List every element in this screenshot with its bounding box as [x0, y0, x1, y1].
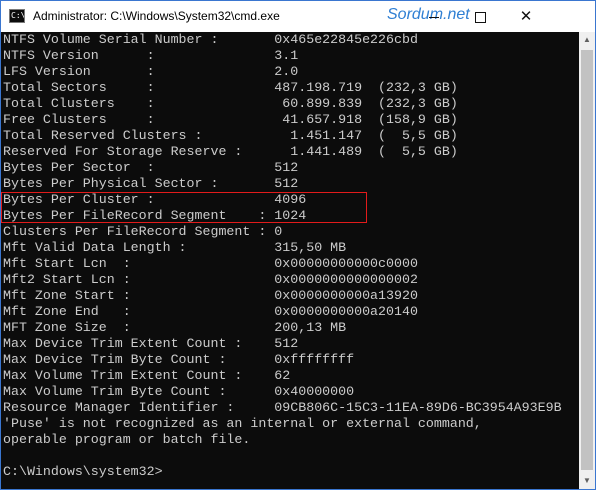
console-line: NTFS Volume Serial Number : 0x465e22845e… — [3, 32, 418, 47]
vertical-scrollbar[interactable]: ▲ ▼ — [579, 32, 595, 489]
console-line: Mft2 Start Lcn : 0x0000000000000002 — [3, 272, 418, 287]
console-line: Max Volume Trim Byte Count : 0x40000000 — [3, 384, 355, 399]
scroll-up-icon[interactable]: ▲ — [579, 32, 595, 48]
console-line: Bytes Per Cluster : 4096 — [3, 192, 307, 207]
console-line: Mft Zone End : 0x0000000000a20140 — [3, 304, 418, 319]
console-line: Total Sectors : 487.198.719 (232,3 GB) — [3, 80, 458, 95]
console-line: Mft Start Lcn : 0x00000000000c0000 — [3, 256, 418, 271]
command-prompt[interactable]: C:\Windows\system32> — [3, 464, 579, 480]
minimize-button[interactable] — [411, 1, 457, 32]
console-output[interactable]: NTFS Volume Serial Number : 0x465e22845e… — [1, 32, 579, 489]
console-line: Mft Zone Start : 0x0000000000a13920 — [3, 288, 418, 303]
close-icon: ✕ — [519, 8, 533, 25]
close-button[interactable]: ✕ — [503, 1, 549, 32]
maximize-icon — [474, 12, 486, 24]
cmd-window: C:\_ Administrator: C:\Windows\System32\… — [0, 0, 596, 490]
console-line: Max Volume Trim Extent Count : 62 — [3, 368, 291, 383]
minimize-icon — [429, 17, 439, 19]
console-line: Mft Valid Data Length : 315,50 MB — [3, 240, 347, 255]
title-bar[interactable]: C:\_ Administrator: C:\Windows\System32\… — [1, 1, 595, 32]
cmd-app-icon[interactable]: C:\_ — [9, 9, 25, 23]
console-line: Max Device Trim Extent Count : 512 — [3, 336, 299, 351]
console-line: Total Reserved Clusters : 1.451.147 ( 5,… — [3, 128, 458, 143]
console-line: Max Device Trim Byte Count : 0xffffffff — [3, 352, 355, 367]
scrollbar-thumb[interactable] — [581, 50, 593, 470]
console-line: Free Clusters : 41.657.918 (158,9 GB) — [3, 112, 458, 127]
error-message-line: 'Puse' is not recognized as an internal … — [3, 416, 482, 431]
console-line: Total Clusters : 60.899.839 (232,3 GB) — [3, 96, 458, 111]
error-message-line: operable program or batch file. — [3, 432, 251, 447]
window-title: Administrator: C:\Windows\System32\cmd.e… — [33, 9, 280, 23]
console-line: LFS Version : 2.0 — [3, 64, 299, 79]
scroll-down-icon[interactable]: ▼ — [579, 473, 595, 489]
console-line: Reserved For Storage Reserve : 1.441.489… — [3, 144, 458, 159]
console-line: NTFS Version : 3.1 — [3, 48, 299, 63]
maximize-button[interactable] — [457, 1, 503, 32]
console-line-bytes-per-physical-sector: Bytes Per Physical Sector : 512 — [3, 176, 299, 191]
console-line: Clusters Per FileRecord Segment : 0 — [3, 224, 283, 239]
console-line: Bytes Per FileRecord Segment : 1024 — [3, 208, 307, 223]
console-line: MFT Zone Size : 200,13 MB — [3, 320, 347, 335]
console-line-bytes-per-sector: Bytes Per Sector : 512 — [3, 160, 299, 175]
console-line: Resource Manager Identifier : 09CB806C-1… — [3, 400, 562, 415]
